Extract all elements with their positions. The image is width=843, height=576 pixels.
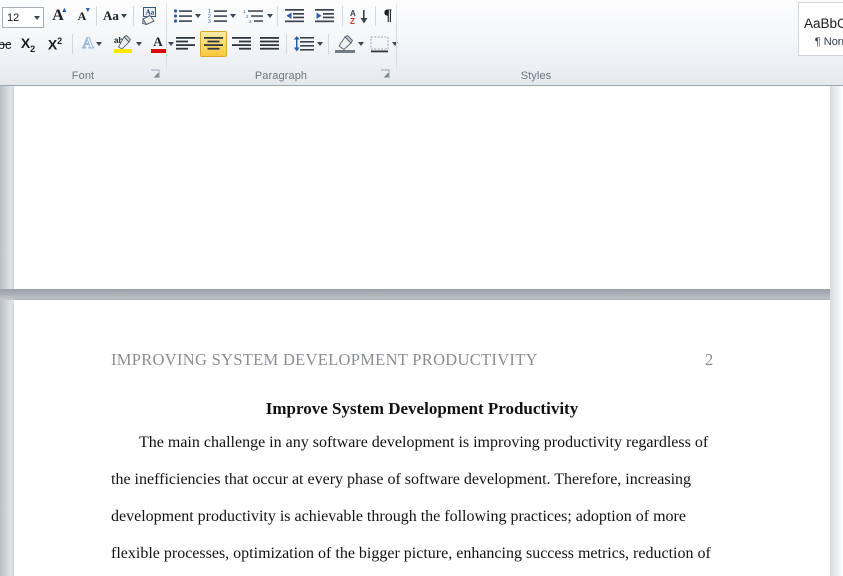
text-effects-icon: A: [82, 35, 95, 53]
workspace-right-edge: [830, 86, 843, 576]
divider: [328, 34, 329, 54]
text-highlight-color-button[interactable]: ab: [110, 31, 144, 57]
change-case-icon: Aa: [103, 8, 119, 23]
clear-formatting-button[interactable]: Aa: [137, 3, 163, 29]
grow-font-button[interactable]: A ▲: [46, 3, 70, 29]
shading-icon: [335, 35, 355, 53]
style-label: ¶ Normal: [814, 36, 843, 48]
chevron-down-icon[interactable]: [95, 42, 102, 46]
chevron-down-icon[interactable]: [230, 14, 236, 18]
font-row-1: 12 A ▲ A ▼ Aa Aa: [0, 3, 166, 31]
divider: [133, 6, 134, 26]
ribbon: 12 A ▲ A ▼ Aa Aa bc X2 X2 A ab A Font 1 …: [0, 0, 843, 86]
styles-group-label: Styles: [520, 70, 552, 82]
strikethrough-icon: abc: [0, 37, 12, 52]
chevron-down-icon[interactable]: [195, 14, 201, 18]
ribbon-group-styles: AaBbCcDc ¶ Normal AaBbCcDc ¶ No Spaci...…: [397, 0, 843, 85]
ribbon-group-font: 12 A ▲ A ▼ Aa Aa bc X2 X2 A ab A Font: [0, 0, 174, 85]
divider: [375, 6, 376, 26]
chevron-down-icon[interactable]: [267, 14, 273, 18]
align-center-icon: [203, 37, 223, 50]
chevron-down-icon[interactable]: [120, 14, 127, 18]
highlight-icon: ab: [113, 34, 132, 53]
ribbon-group-paragraph: 1 2 3 1 2 3 A Z ¶ Paragraph: [167, 0, 398, 85]
line-spacing-button[interactable]: [291, 31, 325, 57]
increase-indent-icon: [315, 9, 334, 23]
svg-text:Z: Z: [350, 17, 355, 25]
paragraph-group-label: Paragraph: [254, 70, 308, 82]
font-dialog-launcher[interactable]: [150, 69, 161, 80]
align-center-button[interactable]: [200, 31, 227, 57]
text-effects-button[interactable]: A: [76, 31, 108, 57]
font-color-icon: A: [150, 35, 166, 53]
paragraph-row-2: [167, 31, 398, 59]
align-right-button[interactable]: [228, 31, 255, 57]
document-body-line: The main challenge in any software devel…: [111, 434, 709, 451]
font-row-2: abc X2 X2 A ab: [0, 31, 174, 59]
document-body-line: flexible processes, optimization of the …: [111, 545, 711, 562]
clear-formatting-icon: Aa: [142, 6, 156, 25]
align-right-icon: [231, 37, 251, 50]
chevron-down-icon[interactable]: [358, 42, 364, 46]
divider: [96, 6, 97, 26]
divider: [72, 34, 73, 54]
style-normal[interactable]: AaBbCcDc ¶ Normal: [801, 3, 843, 55]
align-left-icon: [175, 37, 195, 50]
bullets-button[interactable]: [172, 3, 202, 29]
numbering-button[interactable]: 1 2 3: [207, 3, 237, 29]
style-preview: AaBbCcDc: [803, 15, 843, 31]
font-size-input[interactable]: 12: [2, 7, 44, 28]
document-page-1[interactable]: [14, 86, 830, 289]
shrink-font-icon: A ▼: [77, 5, 92, 23]
document-running-header: IMPROVING SYSTEM DEVELOPMENT PRODUCTIVIT…: [111, 350, 538, 369]
line-spacing-icon: [293, 36, 314, 52]
subscript-icon: X2: [20, 34, 36, 54]
divider: [286, 34, 287, 54]
justify-button[interactable]: [256, 31, 283, 57]
font-size-value: 12: [7, 11, 20, 24]
chevron-down-icon[interactable]: [317, 42, 323, 46]
document-title: Improve System Development Productivity: [265, 399, 579, 418]
document-body-line: the inefficiencies that occur at every p…: [111, 471, 692, 488]
divider: [342, 6, 343, 26]
divider: [277, 6, 278, 26]
subscript-button[interactable]: X2: [15, 31, 41, 57]
grow-font-icon: A ▲: [52, 6, 68, 24]
page-gap-shadow: [0, 289, 843, 300]
chevron-down-icon[interactable]: [135, 42, 142, 46]
sort-button[interactable]: A Z: [346, 3, 374, 29]
borders-icon: [370, 36, 389, 52]
superscript-icon: X2: [47, 35, 63, 53]
increase-indent-button[interactable]: [311, 3, 339, 29]
multilevel-list-button[interactable]: 1 2 3: [242, 3, 274, 29]
paragraph-row-1: 1 2 3 1 2 3 A Z ¶: [167, 3, 395, 31]
page-number: 2: [705, 350, 714, 369]
sort-icon: A Z: [350, 9, 368, 25]
numbering-icon: 1 2 3: [208, 9, 227, 24]
strikethrough-button[interactable]: abc: [0, 31, 14, 57]
svg-text:3: 3: [249, 19, 252, 24]
pilcrow-icon: ¶: [383, 7, 393, 24]
decrease-indent-icon: [285, 9, 304, 23]
shading-button[interactable]: [332, 31, 366, 57]
align-left-button[interactable]: [172, 31, 199, 57]
paragraph-dialog-launcher[interactable]: [380, 69, 391, 80]
superscript-button[interactable]: X2: [42, 31, 68, 57]
document-canvas[interactable]: IMPROVING SYSTEM DEVELOPMENT PRODUCTIVIT…: [0, 86, 843, 576]
styles-gallery[interactable]: AaBbCcDc ¶ Normal AaBbCcDc ¶ No Spaci...…: [798, 2, 843, 56]
justify-icon: [259, 37, 279, 50]
decrease-indent-button[interactable]: [281, 3, 309, 29]
change-case-button[interactable]: Aa: [99, 3, 131, 29]
font-group-label: Font: [71, 70, 95, 82]
bullets-icon: [173, 9, 192, 23]
shrink-font-button[interactable]: A ▼: [70, 3, 94, 29]
document-body-line: development productivity is achievable t…: [111, 508, 686, 525]
multilevel-list-icon: 1 2 3: [243, 9, 263, 24]
svg-text:3: 3: [208, 19, 211, 24]
chevron-down-icon[interactable]: [34, 16, 40, 20]
